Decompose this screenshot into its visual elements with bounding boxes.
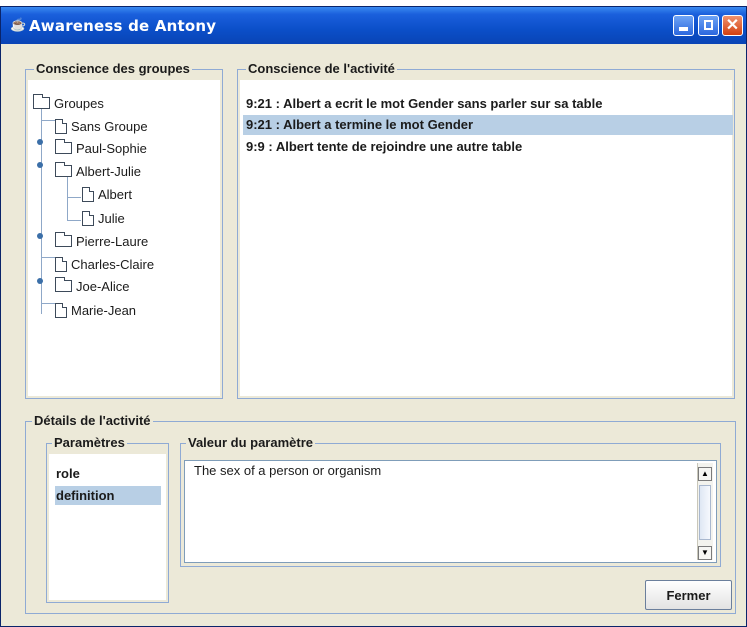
params-legend: Paramètres xyxy=(52,435,127,450)
tree-item-groupes[interactable]: Groupes xyxy=(33,94,104,112)
tree-line xyxy=(41,303,55,304)
file-icon xyxy=(55,118,67,134)
groups-panel: Conscience des groupes Groupes Sans Grou… xyxy=(25,61,223,399)
activity-line[interactable]: 9:21 : Albert a ecrit le mot Gender sans… xyxy=(246,94,602,114)
value-scrollbar[interactable]: ▲ ▼ xyxy=(697,463,713,560)
awareness-window: ☕ Awareness de Antony ✕ Conscience des g… xyxy=(0,6,747,627)
expand-handle-icon[interactable] xyxy=(37,233,43,239)
title-bar[interactable]: ☕ Awareness de Antony ✕ xyxy=(1,7,746,44)
value-text: The sex of a person or organism xyxy=(194,463,382,478)
maximize-icon xyxy=(704,20,713,30)
folder-icon xyxy=(33,94,50,109)
groups-panel-legend: Conscience des groupes xyxy=(34,61,192,76)
tree-item-label: Albert-Julie xyxy=(76,163,142,179)
expand-handle-icon[interactable] xyxy=(37,139,43,145)
tree-item-julie[interactable]: Julie xyxy=(82,209,125,227)
expand-handle-icon[interactable] xyxy=(37,162,43,168)
params-list[interactable]: role definition xyxy=(49,454,166,600)
tree-line xyxy=(41,120,55,121)
activity-line[interactable]: 9:9 : Albert tente de rejoindre une autr… xyxy=(246,137,522,157)
tree-item-albert[interactable]: Albert xyxy=(82,185,132,203)
close-icon: ✕ xyxy=(725,17,740,34)
tree-item-joe-alice[interactable]: Joe-Alice xyxy=(55,277,129,295)
params-panel: Paramètres role definition xyxy=(46,435,169,603)
groups-tree[interactable]: Groupes Sans Groupe Paul-Sophie Albert-J… xyxy=(28,80,220,396)
param-item-role[interactable]: role xyxy=(55,464,161,483)
expand-handle-icon[interactable] xyxy=(37,278,43,284)
tree-line xyxy=(67,197,81,198)
tree-line xyxy=(67,175,68,221)
close-window-button[interactable]: ✕ xyxy=(722,15,743,36)
tree-item-label: Albert xyxy=(98,186,132,202)
value-panel: Valeur du paramètre The sex of a person … xyxy=(180,435,721,567)
activity-line-selected[interactable]: 9:21 : Albert a termine le mot Gender xyxy=(243,115,733,135)
minimize-icon xyxy=(679,27,688,31)
folder-icon xyxy=(55,139,72,154)
scroll-thumb[interactable] xyxy=(699,485,711,540)
tree-item-paul-sophie[interactable]: Paul-Sophie xyxy=(55,139,147,157)
tree-item-label: Sans Groupe xyxy=(71,118,148,134)
activity-list[interactable]: 9:21 : Albert a ecrit le mot Gender sans… xyxy=(240,80,733,396)
tree-item-label: Groupes xyxy=(54,95,104,111)
tree-item-albert-julie[interactable]: Albert-Julie xyxy=(55,162,141,180)
tree-item-label: Julie xyxy=(98,210,125,226)
activity-panel: Conscience de l'activité 9:21 : Albert a… xyxy=(237,61,735,399)
folder-icon xyxy=(55,162,72,177)
tree-item-label: Charles-Claire xyxy=(71,256,155,272)
tree-line xyxy=(67,220,81,221)
tree-item-label: Joe-Alice xyxy=(76,278,130,294)
file-icon xyxy=(55,302,67,318)
scroll-up-button[interactable]: ▲ xyxy=(698,467,712,481)
tree-item-sans-groupe[interactable]: Sans Groupe xyxy=(55,117,148,135)
tree-item-label: Paul-Sophie xyxy=(76,140,147,156)
details-panel-legend: Détails de l'activité xyxy=(32,413,153,428)
tree-item-charles-claire[interactable]: Charles-Claire xyxy=(55,255,154,273)
file-icon xyxy=(55,256,67,272)
tree-item-label: Pierre-Laure xyxy=(76,233,149,249)
tree-line xyxy=(41,257,55,258)
tree-item-label: Marie-Jean xyxy=(71,302,137,318)
folder-icon xyxy=(55,232,72,247)
scroll-down-button[interactable]: ▼ xyxy=(698,546,712,560)
file-icon xyxy=(82,210,94,226)
activity-panel-legend: Conscience de l'activité xyxy=(246,61,397,76)
maximize-button[interactable] xyxy=(698,15,719,36)
value-textarea[interactable]: The sex of a person or organism ▲ ▼ xyxy=(184,460,717,563)
java-cup-icon: ☕ xyxy=(10,17,27,32)
value-legend: Valeur du paramètre xyxy=(186,435,315,450)
close-button[interactable]: Fermer xyxy=(645,580,732,610)
folder-icon xyxy=(55,277,72,292)
tree-item-pierre-laure[interactable]: Pierre-Laure xyxy=(55,232,148,250)
tree-item-marie-jean[interactable]: Marie-Jean xyxy=(55,301,136,319)
file-icon xyxy=(82,186,94,202)
details-panel: Détails de l'activité Paramètres role de… xyxy=(25,413,736,614)
param-item-definition[interactable]: definition xyxy=(55,486,161,505)
window-title: Awareness de Antony xyxy=(29,17,217,35)
minimize-button[interactable] xyxy=(673,15,694,36)
